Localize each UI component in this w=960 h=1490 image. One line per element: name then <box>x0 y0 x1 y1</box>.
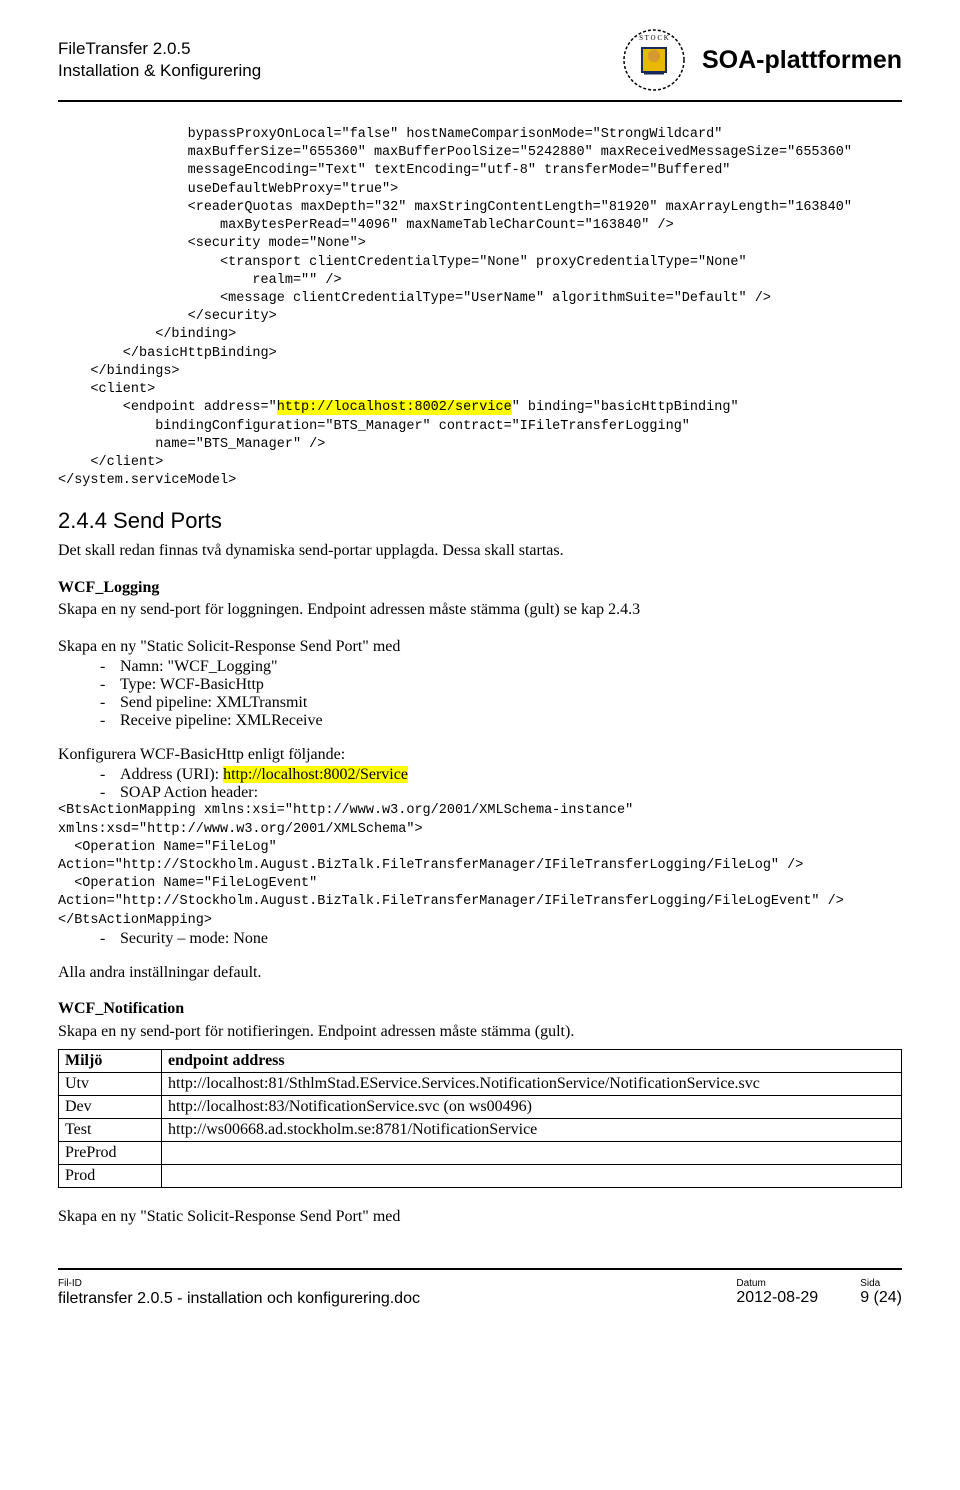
document-page: FileTransfer 2.0.5 Installation & Konfig… <box>0 0 960 1337</box>
platform-title: SOA-plattformen <box>702 46 902 75</box>
xml-config-block: bypassProxyOnLocal="false" hostNameCompa… <box>58 126 902 490</box>
table-row: Test http://ws00668.ad.stockholm.se:8781… <box>59 1119 902 1142</box>
datum-label: Datum <box>736 1278 818 1289</box>
bullet-list-1: Namn: "WCF_Logging" Type: WCF-BasicHttp … <box>58 658 902 730</box>
wcf-notification-subtitle: Skapa en ny send-port för notifieringen.… <box>58 1023 574 1040</box>
bullet-type: Type: WCF-BasicHttp <box>58 676 902 694</box>
bullet-list-3: Security – mode: None <box>58 930 902 948</box>
solicit-outro: Skapa en ny "Static Solicit-Response Sen… <box>58 1206 902 1228</box>
datum-value: 2012-08-29 <box>736 1289 818 1307</box>
section-244-heading: 2.4.4 Send Ports <box>58 508 902 534</box>
section-244-intro: Det skall redan finnas två dynamiska sen… <box>58 540 902 562</box>
addr-prod <box>162 1165 902 1188</box>
endpoint-address-highlight: http://localhost:8002/service <box>277 400 512 415</box>
bullet-send-pipeline: Send pipeline: XMLTransmit <box>58 694 902 712</box>
address-label: Address (URI): <box>120 766 223 783</box>
addr-dev: http://localhost:83/NotificationService.… <box>162 1096 902 1119</box>
addr-utv: http://localhost:81/SthlmStad.EService.S… <box>162 1073 902 1096</box>
header-right-block: S T O C K SOA-plattformen <box>622 28 902 92</box>
konfig-title: Konfigurera WCF-BasicHttp enligt följand… <box>58 744 902 766</box>
solicit-intro: Skapa en ny "Static Solicit-Response Sen… <box>58 636 902 658</box>
table-row: Prod <box>59 1165 902 1188</box>
doc-title-line1: FileTransfer 2.0.5 <box>58 38 261 60</box>
footer-sida: Sida 9 (24) <box>860 1278 902 1309</box>
env-test: Test <box>59 1119 162 1142</box>
filid-label: Fil-ID <box>58 1278 420 1289</box>
table-header-row: Miljö endpoint address <box>59 1050 902 1073</box>
endpoint-address-table: Miljö endpoint address Utv http://localh… <box>58 1049 902 1188</box>
env-dev: Dev <box>59 1096 162 1119</box>
wcf-notification-title: WCF_Notification <box>58 1000 184 1017</box>
doc-title-line2: Installation & Konfigurering <box>58 60 261 82</box>
svg-text:S T O C K: S T O C K <box>639 34 669 42</box>
sida-value: 9 (24) <box>860 1289 902 1307</box>
table-row: PreProd <box>59 1142 902 1165</box>
bullet-soap-header: SOAP Action header: <box>58 784 902 802</box>
soap-xml-block: <BtsActionMapping xmlns:xsi="http://www.… <box>58 802 902 930</box>
env-preprod: PreProd <box>59 1142 162 1165</box>
col-miljo: Miljö <box>59 1050 162 1073</box>
footer-datum: Datum 2012-08-29 <box>736 1278 818 1309</box>
page-header: FileTransfer 2.0.5 Installation & Konfig… <box>58 28 902 98</box>
bullet-namn: Namn: "WCF_Logging" <box>58 658 902 676</box>
footer-right: Datum 2012-08-29 Sida 9 (24) <box>736 1278 902 1309</box>
bullet-receive-pipeline: Receive pipeline: XMLReceive <box>58 712 902 730</box>
wcf-logging-subtitle: Skapa en ny send-port för loggningen. En… <box>58 601 640 618</box>
table-row: Dev http://localhost:83/NotificationServ… <box>59 1096 902 1119</box>
bullet-address-uri: Address (URI): http://localhost:8002/Ser… <box>58 766 902 784</box>
code-pre: bypassProxyOnLocal="false" hostNameCompa… <box>58 127 852 415</box>
addr-test: http://ws00668.ad.stockholm.se:8781/Noti… <box>162 1119 902 1142</box>
table-row: Utv http://localhost:81/SthlmStad.EServi… <box>59 1073 902 1096</box>
footer-left: Fil-ID filetransfer 2.0.5 - installation… <box>58 1278 420 1309</box>
address-uri-highlight: http://localhost:8002/Service <box>223 766 408 783</box>
sida-label: Sida <box>860 1278 902 1289</box>
bullet-list-2: Address (URI): http://localhost:8002/Ser… <box>58 766 902 802</box>
env-prod: Prod <box>59 1165 162 1188</box>
addr-preprod <box>162 1142 902 1165</box>
footer-divider <box>58 1268 902 1270</box>
bullet-security-mode: Security – mode: None <box>58 930 902 948</box>
stockholm-logo-icon: S T O C K <box>622 28 686 92</box>
col-endpoint: endpoint address <box>162 1050 902 1073</box>
wcf-notification-block: WCF_Notification Skapa en ny send-port f… <box>58 998 902 1043</box>
wcf-logging-title: WCF_Logging <box>58 579 159 596</box>
file-name: filetransfer 2.0.5 - installation och ko… <box>58 1289 420 1309</box>
wcf-logging-block: WCF_Logging Skapa en ny send-port för lo… <box>58 577 902 622</box>
alla-default: Alla andra inställningar default. <box>58 962 902 984</box>
page-footer: Fil-ID filetransfer 2.0.5 - installation… <box>58 1278 902 1309</box>
header-title-block: FileTransfer 2.0.5 Installation & Konfig… <box>58 38 261 82</box>
header-divider <box>58 100 902 102</box>
env-utv: Utv <box>59 1073 162 1096</box>
